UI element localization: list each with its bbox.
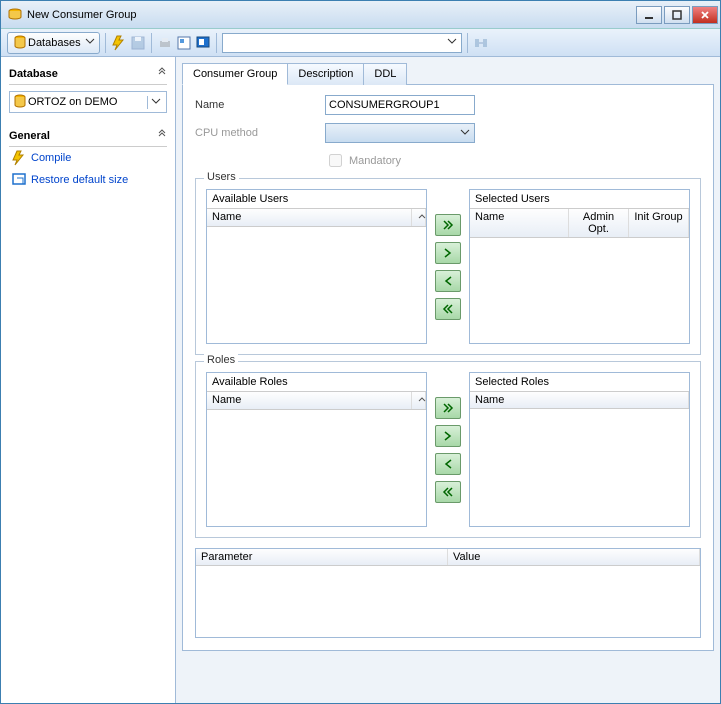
roles-move-buttons	[435, 372, 461, 527]
col-name[interactable]: Name	[207, 392, 412, 409]
selected-users-title: Selected Users	[470, 190, 689, 209]
add-all-button[interactable]	[435, 214, 461, 236]
database-selected: ORTOZ on DEMO	[28, 96, 117, 108]
tab-consumer-group[interactable]: Consumer Group	[182, 63, 288, 85]
save-icon[interactable]	[130, 35, 146, 51]
general-caption: General	[9, 130, 50, 142]
sort-icon[interactable]	[412, 209, 426, 226]
users-move-buttons	[435, 189, 461, 344]
col-init[interactable]: Init Group	[629, 209, 689, 237]
collapse-icon	[157, 67, 167, 80]
content-pane: Consumer Group Description DDL Name CPU …	[176, 57, 720, 703]
roles-group: Roles Available Roles Name	[195, 361, 701, 538]
chevron-down-icon	[460, 127, 470, 140]
window: New Consumer Group Databases Database	[0, 0, 721, 704]
database-selector[interactable]: ORTOZ on DEMO	[9, 91, 167, 113]
available-users-title: Available Users	[207, 190, 426, 209]
col-admin[interactable]: Admin Opt.	[569, 209, 629, 237]
database-icon	[12, 35, 28, 51]
tab-content: Name CPU method Mandatory Users Ava	[182, 84, 714, 651]
selected-users-list[interactable]: Selected Users Name Admin Opt. Init Grou…	[469, 189, 690, 344]
users-legend: Users	[204, 171, 239, 183]
chevron-down-icon	[447, 36, 457, 49]
database-icon	[12, 94, 28, 110]
chevron-down-icon	[85, 36, 95, 49]
print-icon[interactable]	[157, 35, 173, 51]
tab-description[interactable]: Description	[287, 63, 364, 85]
execute-icon[interactable]	[111, 35, 127, 51]
col-name[interactable]: Name	[470, 209, 569, 237]
toolbar-combo[interactable]	[222, 33, 462, 53]
tab-bar: Consumer Group Description DDL	[182, 63, 714, 85]
refresh-icon[interactable]	[195, 35, 211, 51]
properties-icon[interactable]	[176, 35, 192, 51]
tab-ddl[interactable]: DDL	[363, 63, 407, 85]
toolbar: Databases	[1, 29, 720, 57]
roles-legend: Roles	[204, 354, 238, 366]
database-section-header[interactable]: Database	[9, 63, 167, 85]
general-section-header[interactable]: General	[9, 125, 167, 147]
col-name[interactable]: Name	[207, 209, 412, 226]
window-title: New Consumer Group	[27, 9, 634, 21]
available-roles-title: Available Roles	[207, 373, 426, 392]
add-all-button[interactable]	[435, 397, 461, 419]
compile-link[interactable]: Compile	[9, 147, 167, 169]
name-input[interactable]	[325, 95, 475, 115]
remove-button[interactable]	[435, 270, 461, 292]
available-roles-list[interactable]: Available Roles Name	[206, 372, 427, 527]
add-button[interactable]	[435, 242, 461, 264]
col-parameter[interactable]: Parameter	[196, 549, 448, 565]
mandatory-label: Mandatory	[349, 155, 401, 167]
users-group: Users Available Users Name	[195, 178, 701, 355]
collapse-icon	[157, 129, 167, 142]
app-icon	[7, 7, 23, 23]
col-value[interactable]: Value	[448, 549, 700, 565]
bolt-icon	[11, 150, 27, 166]
remove-all-button[interactable]	[435, 298, 461, 320]
remove-button[interactable]	[435, 453, 461, 475]
minimize-button[interactable]	[636, 6, 662, 24]
database-caption: Database	[9, 68, 58, 80]
databases-label: Databases	[28, 37, 81, 49]
compile-label: Compile	[31, 152, 71, 164]
cpu-method-select[interactable]	[325, 123, 475, 143]
sort-icon[interactable]	[412, 392, 426, 409]
available-users-list[interactable]: Available Users Name	[206, 189, 427, 344]
restore-icon	[11, 172, 27, 188]
mandatory-checkbox	[329, 154, 342, 167]
selected-roles-list[interactable]: Selected Roles Name	[469, 372, 690, 527]
name-label: Name	[195, 99, 325, 111]
selected-roles-title: Selected Roles	[470, 373, 689, 392]
restore-label: Restore default size	[31, 174, 128, 186]
titlebar[interactable]: New Consumer Group	[1, 1, 720, 29]
add-button[interactable]	[435, 425, 461, 447]
sidebar: Database ORTOZ on DEMO General Compile R…	[1, 57, 176, 703]
goto-icon[interactable]	[473, 35, 489, 51]
maximize-button[interactable]	[664, 6, 690, 24]
restore-size-link[interactable]: Restore default size	[9, 169, 167, 191]
remove-all-button[interactable]	[435, 481, 461, 503]
cpu-method-label: CPU method	[195, 127, 325, 139]
close-button[interactable]	[692, 6, 718, 24]
col-name[interactable]: Name	[470, 392, 689, 408]
databases-dropdown[interactable]: Databases	[7, 32, 100, 54]
chevron-down-icon	[147, 96, 164, 109]
parameters-table[interactable]: Parameter Value	[195, 548, 701, 638]
